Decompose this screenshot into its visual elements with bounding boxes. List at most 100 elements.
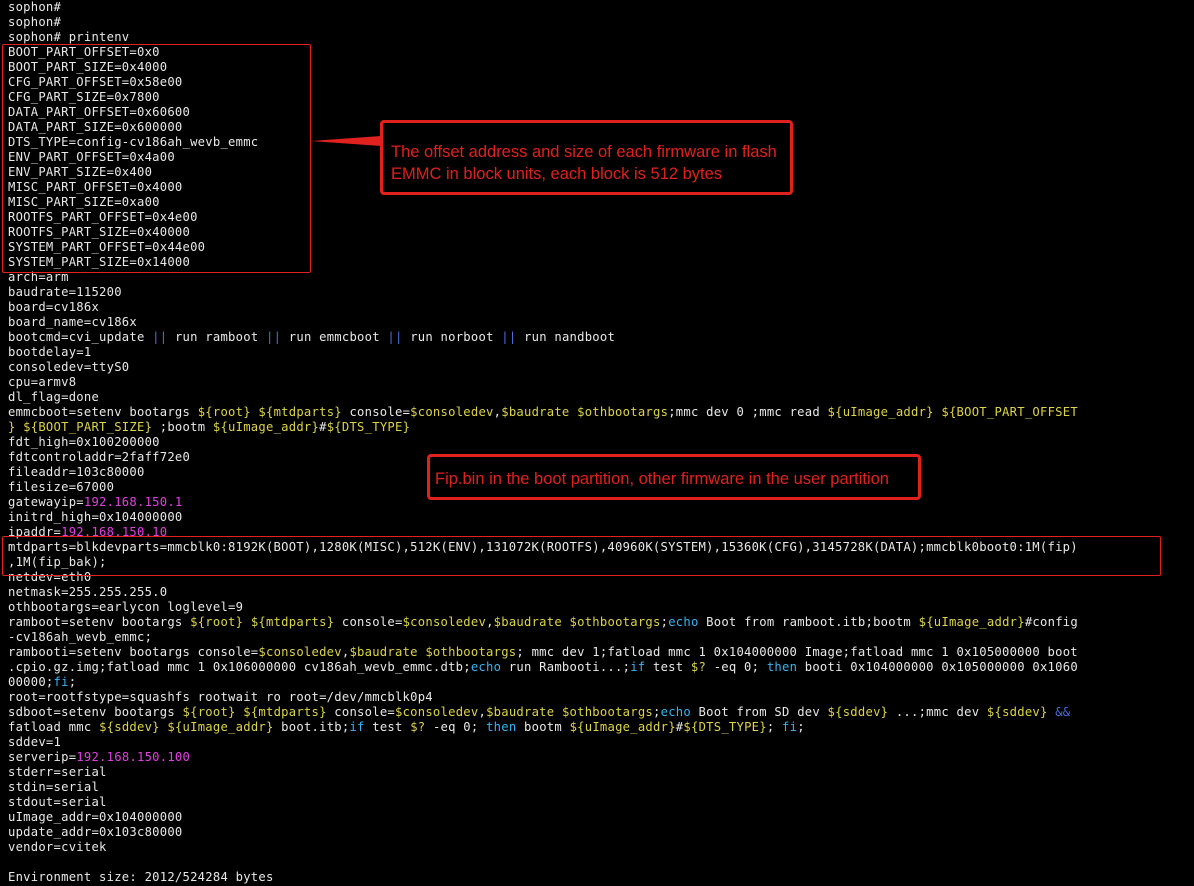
terminal-segment: , [486, 615, 494, 629]
terminal-line: bootcmd=cvi_update || run ramboot || run… [8, 330, 1194, 345]
terminal-segment: ENV_PART_OFFSET=0x4a00 [8, 150, 175, 164]
terminal-segment: && [1055, 705, 1071, 719]
terminal-segment: ramboot=setenv bootargs [8, 615, 191, 629]
terminal-segment: then [486, 720, 517, 734]
terminal-line: initrd_high=0x104000000 [8, 510, 1194, 525]
terminal-segment: ;mmc dev 0 ;mmc read [668, 405, 828, 419]
terminal-segment: ${BOOT_PART_OFFSET [941, 405, 1078, 419]
terminal-segment: serverip= [8, 750, 77, 764]
terminal-segment: echo [470, 660, 502, 674]
terminal-segment: $othbootargs [569, 615, 661, 629]
terminal-line: dl_flag=done [8, 390, 1194, 405]
terminal-line: mtdparts=blkdevparts=mmcblk0:8192K(BOOT)… [8, 540, 1194, 555]
terminal-segment: BOOT_PART_OFFSET=0x0 [8, 45, 160, 59]
terminal-segment: sophon# [8, 0, 62, 14]
terminal-segment: ${sddev} [827, 705, 889, 719]
terminal-segment: $? [410, 720, 426, 734]
terminal-segment [570, 405, 578, 419]
terminal-segment: echo [660, 705, 691, 719]
terminal-line: stdout=serial [8, 795, 1194, 810]
terminal-segment: $baudrate [493, 615, 562, 629]
terminal-line: ,1M(fip_bak); [8, 555, 1194, 570]
terminal-line: othbootargs=earlycon loglevel=9 [8, 600, 1194, 615]
terminal-segment: $baudrate [486, 705, 555, 719]
terminal-line: emmcboot=setenv bootargs ${root} ${mtdpa… [8, 405, 1194, 420]
terminal-line: sophon# [8, 15, 1194, 30]
terminal-segment: arch=arm [8, 270, 69, 284]
terminal-segment: update_addr=0x103c80000 [8, 825, 183, 839]
terminal-segment: $consoledev [258, 645, 342, 659]
terminal-segment: consoledev=ttyS0 [8, 360, 130, 374]
terminal-segment: 00000; [8, 675, 54, 689]
terminal-segment: ${mtdparts} [243, 705, 327, 719]
terminal-segment: } ${BOOT_PART_SIZE} [8, 420, 153, 434]
terminal-segment: $othbootargs [577, 405, 669, 419]
terminal-segment: sophon# printenv [8, 30, 130, 44]
terminal-segment: fatload mmc [8, 720, 100, 734]
terminal-segment: #config [1024, 615, 1078, 629]
terminal-segment: $othbootargs [561, 705, 654, 719]
terminal-line: rambooti=setenv bootargs console=$consol… [8, 645, 1194, 660]
terminal-segment: othbootargs=earlycon loglevel=9 [8, 600, 244, 614]
terminal-segment: stdin=serial [8, 780, 100, 794]
terminal-segment: DATA_PART_SIZE=0x600000 [8, 120, 183, 134]
terminal-line: 00000;fi; [8, 675, 1194, 690]
terminal-segment: sophon# [8, 15, 62, 29]
terminal-segment: Boot from SD dev [690, 705, 828, 719]
terminal-line: netdev=eth0 [8, 570, 1194, 585]
terminal-segment: ${root} [182, 705, 236, 719]
terminal-segment: run nandboot [516, 330, 616, 344]
terminal-line: baudrate=115200 [8, 285, 1194, 300]
terminal-segment: 192.168.150.100 [76, 750, 191, 764]
terminal-segment: -eq 0; [706, 660, 767, 674]
terminal-segment: ${sddev} [986, 705, 1048, 719]
terminal-segment: ROOTFS_PART_OFFSET=0x4e00 [8, 210, 198, 224]
terminal-line: sophon# [8, 0, 1194, 15]
terminal-segment: test [645, 660, 691, 674]
terminal-segment: board_name=cv186x [8, 315, 137, 329]
terminal-segment: 192.168.150.1 [83, 495, 183, 509]
terminal-segment: ,1M(fip_bak); [8, 555, 107, 569]
terminal-segment: -eq 0; [425, 720, 487, 734]
terminal-segment: initrd_high=0x104000000 [8, 510, 183, 524]
terminal-line: CFG_PART_OFFSET=0x58e00 [8, 75, 1194, 90]
terminal-segment: ;bootm [152, 420, 213, 434]
terminal-segment: ${sddev} [99, 720, 160, 734]
fip-callout: Fip.bin in the boot partition, other fir… [427, 454, 921, 500]
terminal-segment: vendor=cvitek [8, 840, 107, 854]
terminal-line: stdin=serial [8, 780, 1194, 795]
terminal-line: -cv186ah_wevb_emmc; [8, 630, 1194, 645]
terminal-line: CFG_PART_SIZE=0x7800 [8, 90, 1194, 105]
terminal-segment: ROOTFS_PART_SIZE=0x40000 [8, 225, 191, 239]
terminal-segment: ${root} [190, 615, 244, 629]
terminal-segment: ; mmc dev 1;fatload mmc 1 0x104000000 Im… [516, 645, 1078, 659]
terminal-segment [243, 615, 251, 629]
terminal-segment: test [364, 720, 411, 734]
terminal-line: sophon# printenv [8, 30, 1194, 45]
terminal-line: stderr=serial [8, 765, 1194, 780]
terminal-line: sddev=1 [8, 735, 1194, 750]
terminal-segment: ${uImage_addr} [212, 420, 320, 434]
terminal-segment: filesize=67000 [8, 480, 115, 494]
terminal-line: board=cv186x [8, 300, 1194, 315]
terminal-segment: netmask=255.255.255.0 [8, 585, 168, 599]
terminal-segment: bootdelay=1 [8, 345, 92, 359]
terminal-line: ramboot=setenv bootargs ${root} ${mtdpar… [8, 615, 1194, 630]
terminal-segment: $? [690, 660, 707, 674]
terminal-segment: fdt_high=0x100200000 [8, 435, 160, 449]
terminal-segment: netdev=eth0 [8, 570, 92, 584]
terminal-segment: , [478, 705, 487, 719]
terminal-line: vendor=cvitek [8, 840, 1194, 855]
terminal-segment: root=rootfstype=squashfs rootwait ro roo… [8, 690, 433, 704]
terminal-line: consoledev=ttyS0 [8, 360, 1194, 375]
terminal-segment: $othbootargs [425, 645, 517, 659]
terminal-segment: DATA_PART_OFFSET=0x60600 [8, 105, 191, 119]
terminal-segment: echo [668, 615, 699, 629]
terminal-segment: ipaddr= [8, 525, 62, 539]
terminal-segment: ${DTS_TYPE} [683, 720, 767, 734]
terminal-line: sdboot=setenv bootargs ${root} ${mtdpart… [8, 705, 1194, 720]
terminal-line: board_name=cv186x [8, 315, 1194, 330]
terminal-line: ipaddr=192.168.150.10 [8, 525, 1194, 540]
terminal-segment: # [319, 420, 327, 434]
